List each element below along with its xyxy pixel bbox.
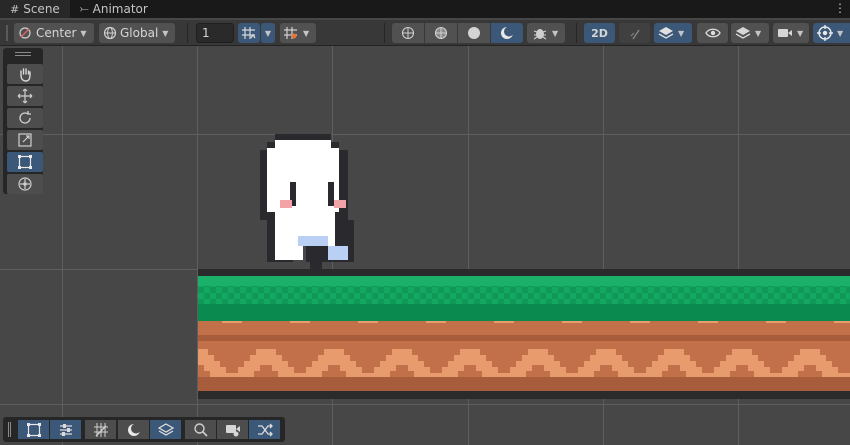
pivot-mode-label: Center <box>36 26 77 40</box>
transform-tool-icon <box>18 177 32 191</box>
scene-visibility-toggle[interactable] <box>697 23 728 43</box>
rotate-tool-icon <box>19 111 31 124</box>
sliders-icon <box>59 423 72 436</box>
shuffle-button[interactable] <box>249 420 280 439</box>
search-button[interactable] <box>185 420 216 439</box>
tab-label: Scene <box>23 2 60 16</box>
effects-layers-icon <box>658 27 674 39</box>
shaded-wireframe-icon <box>434 26 448 40</box>
chevron-down-icon: ▼ <box>678 28 685 38</box>
chevron-down-icon: ▼ <box>303 28 310 38</box>
eye-icon <box>704 28 721 38</box>
grid-icon: # <box>10 2 20 16</box>
rect-tool-icon <box>18 155 32 169</box>
grid-line <box>62 46 63 445</box>
grid-snap-icon <box>242 27 256 39</box>
gizmo-icon <box>817 25 833 41</box>
chevron-down-icon: ▼ <box>552 28 559 38</box>
pivot-icon <box>19 27 31 39</box>
chevron-down-icon: ▼ <box>837 28 844 38</box>
ground-tilemap[interactable] <box>198 269 850 399</box>
rect-tool-button[interactable] <box>7 152 43 172</box>
grid-snap-value: 1 <box>202 26 210 40</box>
toolbar-separator <box>384 23 385 43</box>
grid-icon <box>93 422 108 437</box>
shuffle-icon <box>257 423 273 436</box>
lit-shading-button[interactable] <box>491 23 523 43</box>
move-tool-icon <box>17 88 33 104</box>
2d-mode-toggle[interactable]: 2D <box>584 23 615 43</box>
scale-tool-button[interactable] <box>7 130 43 150</box>
chevron-down-icon: ▼ <box>162 28 169 38</box>
increment-snap-icon <box>284 27 297 39</box>
scene-toolbar: Center ▼ Global ▼ 1 ▼ ▼ ▼ 2D ▼ ▼ ▼ ▼ <box>0 20 850 46</box>
grid-snap-dropdown[interactable]: ▼ <box>261 23 275 43</box>
layers-icon <box>157 422 174 436</box>
globe-icon <box>103 26 117 40</box>
gizmos-dropdown[interactable]: ▼ <box>813 23 850 43</box>
camera-settings-dropdown[interactable]: ▼ <box>773 23 809 43</box>
layers-icon <box>735 27 751 39</box>
camera-icon <box>778 29 792 37</box>
shading-icon <box>127 423 141 436</box>
shading-mode-button[interactable] <box>118 420 149 439</box>
shaded-wireframe-button[interactable] <box>425 23 457 43</box>
grid-snap-value-field[interactable]: 1 <box>196 23 234 43</box>
chevron-down-icon: ▼ <box>80 28 87 38</box>
tab-scene[interactable]: # Scene <box>0 0 70 18</box>
scene-lighting-toggle[interactable] <box>619 23 650 43</box>
tab-animator[interactable]: ⤚ Animator <box>70 0 158 18</box>
lighting-icon <box>501 26 514 39</box>
pivot-mode-dropdown[interactable]: Center ▼ <box>14 23 94 43</box>
wireframe-sphere-icon <box>401 26 415 40</box>
increment-snap-dropdown[interactable]: ▼ <box>280 23 316 43</box>
pivot-rotation-label: Global <box>120 26 159 40</box>
wireframe-shading-button[interactable] <box>392 23 424 43</box>
player-character-sprite[interactable] <box>254 134 366 270</box>
rect-transform-icon <box>26 422 41 437</box>
pivot-rotation-dropdown[interactable]: Global ▼ <box>99 23 175 43</box>
grid-line <box>0 134 850 135</box>
toolbar-separator <box>576 23 577 43</box>
tool-settings-button[interactable] <box>50 420 81 439</box>
rect-transform-button[interactable] <box>18 420 49 439</box>
tab-bar: # Scene ⤚ Animator ⋮ <box>0 0 850 18</box>
overlay-toolbar <box>3 417 285 442</box>
toolbar-grip-icon[interactable] <box>8 422 11 437</box>
scene-viewport[interactable] <box>0 46 850 445</box>
layers-overlay-button[interactable] <box>150 420 181 439</box>
toolbar-separator <box>187 23 188 43</box>
camera-overlay-button[interactable] <box>217 420 248 439</box>
toolbar-grip-icon[interactable] <box>6 25 8 41</box>
shaded-button[interactable] <box>458 23 490 43</box>
hand-tool-button[interactable] <box>7 64 43 84</box>
bug-icon <box>533 29 547 40</box>
tab-label: Animator <box>92 2 148 16</box>
grid-snap-toggle[interactable] <box>238 23 260 43</box>
more-menu-icon[interactable]: ⋮ <box>834 1 846 15</box>
layers-dropdown[interactable]: ▼ <box>731 23 769 43</box>
2d-label: 2D <box>591 26 608 40</box>
chevron-down-icon: ▼ <box>264 28 272 38</box>
animator-icon: ⤚ <box>79 2 89 15</box>
solid-sphere-icon <box>468 27 480 39</box>
search-icon <box>193 422 208 437</box>
move-tool-button[interactable] <box>7 86 43 106</box>
hand-tool-icon <box>20 68 31 82</box>
panel-grip-icon[interactable] <box>15 52 31 53</box>
chevron-down-icon: ▼ <box>755 28 762 38</box>
rotate-tool-button[interactable] <box>7 108 43 128</box>
grid-snapping-button[interactable] <box>85 420 116 439</box>
transform-tool-button[interactable] <box>7 174 43 194</box>
camera-icon <box>225 424 240 436</box>
tools-panel <box>3 48 43 194</box>
chevron-down-icon: ▼ <box>797 28 804 38</box>
scale-tool-icon <box>18 133 32 147</box>
scene-effects-dropdown[interactable]: ▼ <box>654 23 692 43</box>
light-off-icon <box>630 29 640 40</box>
grid-line <box>0 404 850 405</box>
debug-draw-mode-dropdown[interactable]: ▼ <box>527 23 565 43</box>
